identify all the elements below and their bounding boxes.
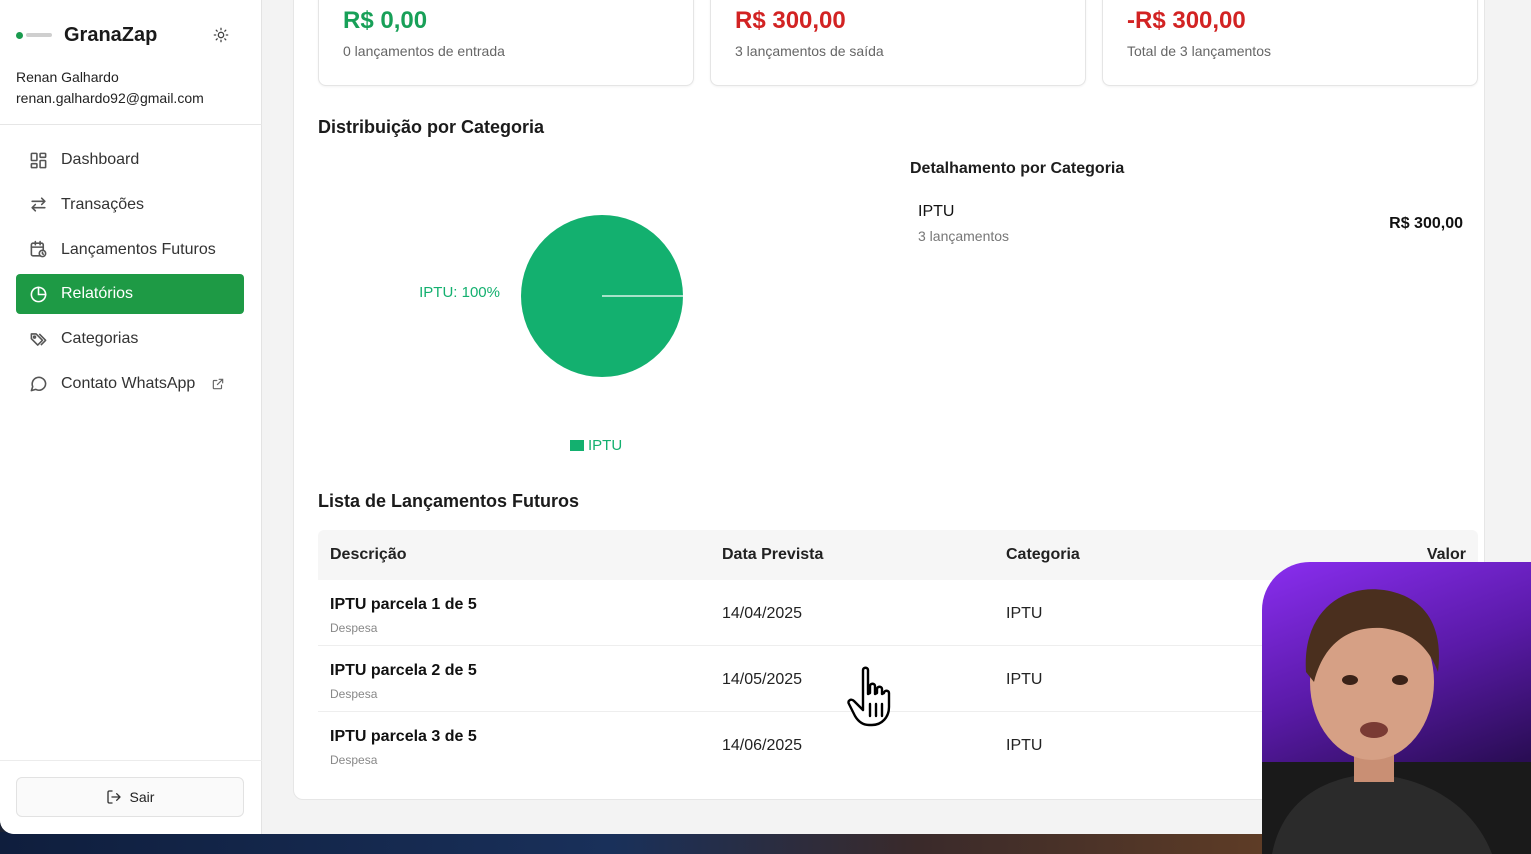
- external-link-icon: [211, 377, 225, 391]
- pie-chart-svg: IPTU: 100% IPTU: [419, 215, 683, 454]
- column-header-categoria[interactable]: Categoria: [1006, 546, 1080, 564]
- legend-label[interactable]: IPTU: [588, 437, 622, 454]
- column-header-data-prevista[interactable]: Data Prevista: [722, 546, 823, 564]
- calendar-clock-icon: [28, 240, 48, 260]
- row-type: Despesa: [330, 687, 378, 701]
- sidebar-item-contato-whatsapp[interactable]: Contato WhatsApp: [16, 364, 244, 404]
- row-date: 14/05/2025: [722, 671, 803, 688]
- future-list-title: Lista de Lançamentos Futuros: [318, 491, 580, 511]
- sidebar-item-lancamentos-futuros[interactable]: Lançamentos Futuros: [16, 230, 244, 270]
- income-count: 0 lançamentos de entrada: [343, 43, 505, 59]
- pie-data-label: IPTU: 100%: [419, 284, 500, 301]
- divider: [0, 760, 262, 761]
- theme-toggle-button[interactable]: [210, 24, 232, 46]
- row-date: 14/04/2025: [722, 605, 803, 622]
- brand: GranaZap: [16, 22, 246, 48]
- distribution-title: Distribuição por Categoria: [318, 117, 545, 137]
- expense-count: 3 lançamentos de saída: [735, 43, 884, 59]
- sidebar-item-dashboard[interactable]: Dashboard: [16, 140, 244, 180]
- webcam-overlay: [1262, 562, 1531, 854]
- detail-category-count: 3 lançamentos: [918, 228, 1010, 244]
- user-email: renan.galhardo92@gmail.com: [16, 90, 204, 106]
- row-description: IPTU parcela 3 de 5: [330, 728, 477, 745]
- sidebar-item-categorias[interactable]: Categorias: [16, 319, 244, 359]
- column-header-descricao[interactable]: Descrição: [330, 546, 407, 564]
- logout-icon: [106, 789, 122, 805]
- user-name: Renan Galhardo: [16, 69, 119, 85]
- arrows-swap-icon: [28, 195, 48, 215]
- sidebar-item-label: Transações: [61, 195, 144, 213]
- message-circle-icon: [28, 374, 48, 394]
- detail-title: Detalhamento por Categoria: [910, 160, 1125, 177]
- income-summary-card: R$ 0,00 0 lançamentos de entrada: [318, 0, 694, 86]
- row-description: IPTU parcela 2 de 5: [330, 662, 477, 679]
- presenter-video: [1262, 589, 1531, 854]
- row-category: IPTU: [1006, 605, 1043, 622]
- category-detail-row: IPTU 3 lançamentos R$ 300,00: [918, 203, 1463, 249]
- sidebar: GranaZap Renan Galhardo renan.galhardo92…: [0, 0, 262, 834]
- balance-total: -R$ 300,00: [1127, 7, 1246, 34]
- sun-icon: [213, 27, 229, 43]
- sidebar-item-label: Relatórios: [61, 285, 134, 303]
- balance-count: Total de 3 lançamentos: [1127, 43, 1271, 59]
- row-category: IPTU: [1006, 737, 1043, 754]
- sidebar-item-transacoes[interactable]: Transações: [16, 185, 244, 225]
- category-pie-chart: IPTU: 100% IPTU: [318, 150, 878, 470]
- detail-category-name: IPTU: [918, 203, 955, 220]
- brand-name: GranaZap: [64, 23, 158, 46]
- detail-category-amount: R$ 300,00: [1389, 215, 1463, 232]
- sidebar-item-label: Categorias: [61, 330, 139, 348]
- logout-button[interactable]: Sair: [16, 777, 244, 817]
- row-type: Despesa: [330, 621, 378, 635]
- sidebar-item-relatorios[interactable]: Relatórios: [16, 274, 244, 315]
- tags-icon: [28, 329, 48, 349]
- balance-summary-card: -R$ 300,00 Total de 3 lançamentos: [1102, 0, 1478, 86]
- income-total: R$ 0,00: [343, 7, 428, 34]
- expense-total: R$ 300,00: [735, 7, 846, 34]
- pie-chart-icon: [28, 284, 48, 304]
- grid-icon: [28, 150, 48, 170]
- legend-swatch: [570, 440, 584, 451]
- row-type: Despesa: [330, 753, 378, 767]
- sidebar-item-label: Contato WhatsApp: [61, 374, 196, 392]
- row-description: IPTU parcela 1 de 5: [330, 596, 477, 613]
- sidebar-item-label: Dashboard: [61, 151, 140, 168]
- sidebar-item-label: Lançamentos Futuros: [61, 240, 216, 258]
- divider: [0, 124, 262, 125]
- hand-cursor-icon: [847, 666, 891, 727]
- row-category: IPTU: [1006, 671, 1043, 688]
- row-date: 14/06/2025: [722, 737, 803, 754]
- brand-logo: [16, 30, 54, 40]
- expense-summary-card: R$ 300,00 3 lançamentos de saída: [710, 0, 1086, 86]
- logout-label: Sair: [129, 789, 155, 805]
- sidebar-nav: Dashboard Transações Lançamentos Futuros…: [16, 140, 244, 409]
